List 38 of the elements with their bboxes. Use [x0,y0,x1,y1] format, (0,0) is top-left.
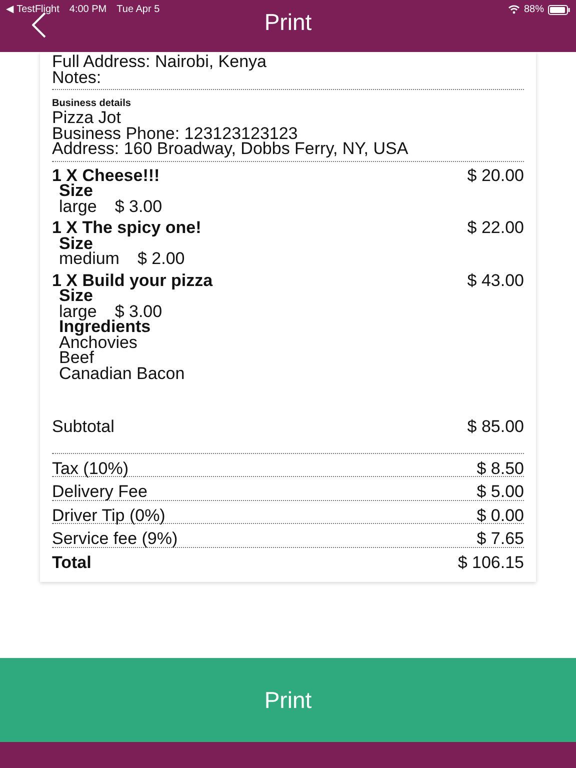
subtotal-value: $ 85.00 [467,419,524,434]
status-time: 4:00 PM [69,3,107,17]
charge-value: $ 7.65 [476,531,524,546]
option-group: Size [59,234,94,252]
charge-label: Tax (10%) [52,460,129,476]
item-title: 1 X Build your pizza [52,272,213,288]
item-price: $ 20.00 [467,168,524,183]
charge-label: Service fee (9%) [52,531,178,546]
subtotal-label: Subtotal [52,419,114,434]
total-value: $ 106.15 [458,554,524,570]
status-date: Tue Apr 5 [116,3,160,17]
battery-icon [548,4,570,14]
charge-value: $ 5.00 [476,484,524,500]
item-price: $ 43.00 [467,272,524,288]
option-value: Beef [59,350,94,366]
charge-value: $ 8.50 [476,460,524,476]
back-to-app-link[interactable]: ◀ TestFlight [6,2,60,17]
total-label: Total [52,554,92,570]
option-price: $ 3.00 [114,198,162,214]
charge-label: Delivery Fee [52,484,148,500]
option-value: Canadian Bacon [59,366,185,381]
option-value: medium [59,251,120,266]
item-price: $ 22.00 [467,220,524,236]
page-title: Print [264,9,312,35]
option-price: $ 3.00 [114,304,162,319]
item-title: 1 X The spicy one! [52,220,202,236]
section-heading: Business details [52,98,131,109]
wifi-icon [508,5,520,14]
charge-value: $ 0.00 [476,508,524,523]
charge-label: Driver Tip (0%) [52,508,166,523]
option-group: Size [59,286,94,305]
option-group: Size [59,181,94,200]
option-value: large [59,198,97,214]
item-title: 1 X Cheese!!! [52,168,160,183]
option-value: large [59,304,97,319]
battery-percent: 88% [524,3,544,17]
option-value: Anchovies [59,334,138,350]
option-price: $ 2.00 [137,251,185,266]
